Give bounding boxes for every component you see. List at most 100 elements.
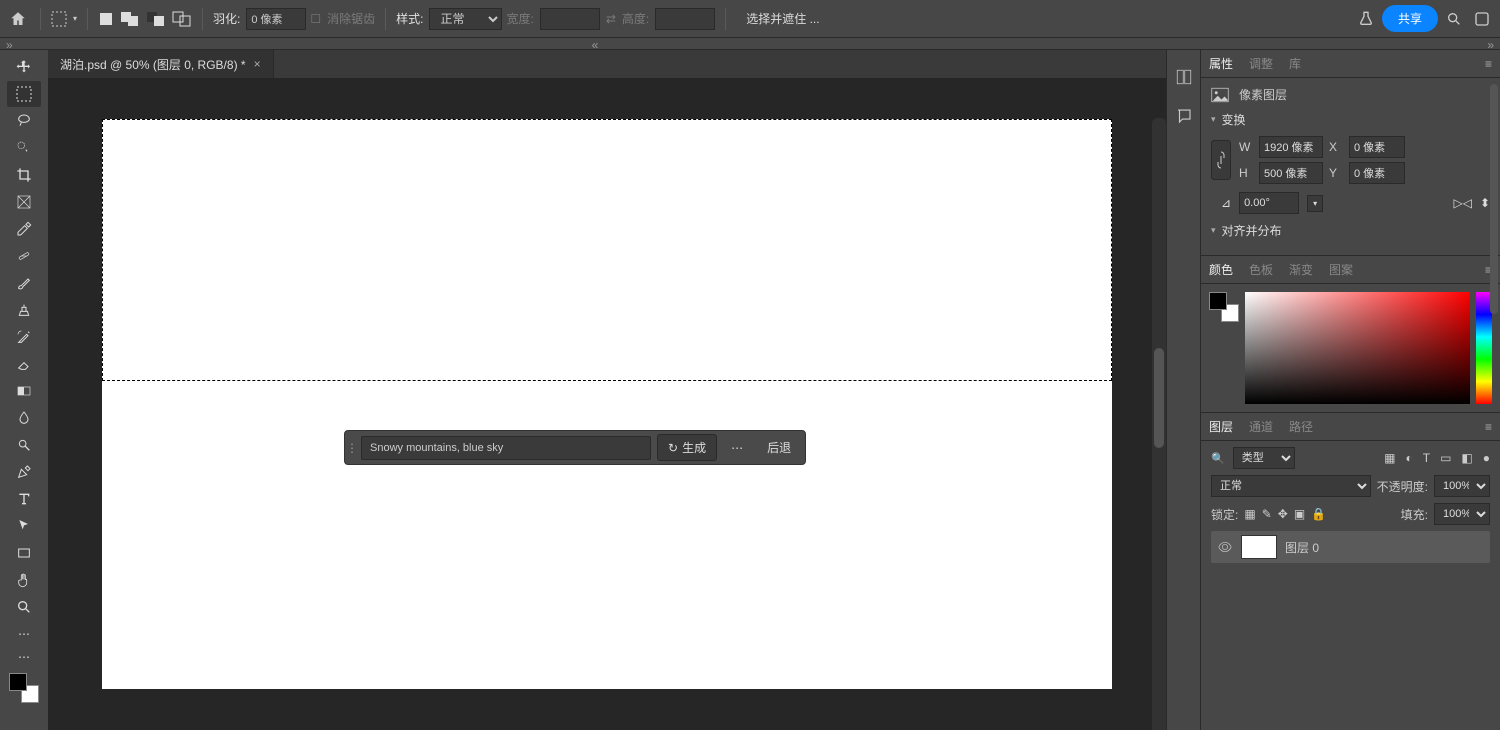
feather-input[interactable] <box>246 8 306 30</box>
chevron-right-icon[interactable]: » <box>6 38 13 49</box>
search-icon[interactable] <box>1442 7 1466 31</box>
color-swatches[interactable] <box>9 673 39 703</box>
close-icon[interactable]: × <box>254 57 261 71</box>
flip-vertical-icon[interactable]: ⬍ <box>1480 196 1490 210</box>
tab-properties[interactable]: 属性 <box>1209 55 1233 72</box>
contextual-task-bar[interactable]: ⋮ ↻ 生成 ⋯ 后退 <box>344 430 806 465</box>
grip-icon[interactable]: ⋮ <box>349 437 355 459</box>
chevron-right-icon[interactable]: » <box>1487 38 1494 49</box>
dropdown-caret-icon[interactable]: ▾ <box>1307 195 1323 212</box>
filter-pixel-icon[interactable]: ▦ <box>1384 451 1395 465</box>
gradient-tool[interactable] <box>7 378 41 404</box>
healing-brush-tool[interactable] <box>7 243 41 269</box>
marquee-tool[interactable] <box>7 81 41 107</box>
tab-libraries[interactable]: 库 <box>1289 55 1301 72</box>
lock-pixels-icon[interactable]: ✎ <box>1262 507 1272 521</box>
panel-scrollbar[interactable] <box>1490 84 1498 314</box>
dodge-tool[interactable] <box>7 432 41 458</box>
fill-input[interactable]: 100% <box>1434 503 1490 525</box>
style-select[interactable]: 正常 <box>429 8 502 30</box>
tab-patterns[interactable]: 图案 <box>1329 261 1353 278</box>
frame-tool[interactable] <box>7 189 41 215</box>
layer-row[interactable]: 图层 0 <box>1211 531 1490 563</box>
select-and-mask-button[interactable]: 选择并遮住 ... <box>736 7 829 30</box>
filter-type-icon[interactable]: T <box>1423 451 1430 465</box>
home-button[interactable] <box>6 7 30 31</box>
x-input[interactable] <box>1349 136 1405 158</box>
type-tool[interactable] <box>7 486 41 512</box>
clone-stamp-tool[interactable] <box>7 297 41 323</box>
width-input[interactable] <box>1259 136 1323 158</box>
share-button[interactable]: 共享 <box>1382 5 1438 32</box>
pen-tool[interactable] <box>7 459 41 485</box>
layer-thumbnail[interactable] <box>1241 535 1277 559</box>
rotation-input[interactable] <box>1239 192 1299 214</box>
search-icon[interactable]: 🔍 <box>1211 452 1225 465</box>
more-options-button[interactable]: ⋯ <box>723 437 751 459</box>
tab-gradients[interactable]: 渐变 <box>1289 261 1313 278</box>
tab-color[interactable]: 颜色 <box>1209 261 1233 278</box>
edit-toolbar[interactable]: ⋯ <box>7 648 41 666</box>
layer-name[interactable]: 图层 0 <box>1285 539 1319 556</box>
lock-all-icon[interactable]: 🔒 <box>1311 507 1326 521</box>
align-section-header[interactable]: 对齐并分布 <box>1211 222 1490 239</box>
tab-paths[interactable]: 路径 <box>1289 418 1313 435</box>
blend-mode-select[interactable]: 正常 <box>1211 475 1371 497</box>
panel-menu-icon[interactable]: ≡ <box>1485 57 1492 71</box>
quick-select-tool[interactable] <box>7 135 41 161</box>
filter-smart-icon[interactable]: ◧ <box>1461 451 1472 465</box>
comment-icon[interactable] <box>1175 107 1193 128</box>
color-field[interactable] <box>1245 292 1470 404</box>
more-tools[interactable]: ⋯ <box>7 621 41 647</box>
tab-adjustments[interactable]: 调整 <box>1249 55 1273 72</box>
panel-menu-icon[interactable]: ≡ <box>1485 420 1492 434</box>
lock-transparent-icon[interactable]: ▦ <box>1244 507 1255 521</box>
flip-horizontal-icon[interactable]: ▷◁ <box>1453 196 1471 210</box>
lock-artboard-icon[interactable]: ▣ <box>1294 507 1305 521</box>
lasso-tool[interactable] <box>7 108 41 134</box>
filter-shape-icon[interactable]: ▭ <box>1440 451 1451 465</box>
hand-tool[interactable] <box>7 567 41 593</box>
layer-filter-select[interactable]: 类型 <box>1233 447 1295 469</box>
height-input[interactable] <box>1259 162 1323 184</box>
filter-toggle-icon[interactable]: ● <box>1483 451 1490 465</box>
path-select-tool[interactable] <box>7 513 41 539</box>
panel-icon[interactable] <box>1175 68 1193 89</box>
lock-position-icon[interactable]: ✥ <box>1278 507 1288 521</box>
blur-tool[interactable] <box>7 405 41 431</box>
canvas[interactable] <box>102 119 1112 689</box>
add-selection-icon[interactable] <box>120 11 140 27</box>
dropdown-caret-icon[interactable]: ▾ <box>73 14 77 23</box>
brush-tool[interactable] <box>7 270 41 296</box>
move-tool[interactable] <box>7 54 41 80</box>
tab-channels[interactable]: 通道 <box>1249 418 1273 435</box>
scrollbar[interactable] <box>1152 118 1166 730</box>
beaker-icon[interactable] <box>1354 7 1378 31</box>
filter-adjustment-icon[interactable]: ◐ <box>1405 451 1412 465</box>
workspace-icon[interactable] <box>1470 7 1494 31</box>
visibility-icon[interactable] <box>1217 539 1233 555</box>
subtract-selection-icon[interactable] <box>146 11 166 27</box>
tab-swatches[interactable]: 色板 <box>1249 261 1273 278</box>
intersect-selection-icon[interactable] <box>172 11 192 27</box>
zoom-tool[interactable] <box>7 594 41 620</box>
generative-prompt-input[interactable] <box>361 436 651 460</box>
eraser-tool[interactable] <box>7 351 41 377</box>
chevron-left-icon[interactable]: « <box>592 38 599 49</box>
y-input[interactable] <box>1349 162 1405 184</box>
crop-tool[interactable] <box>7 162 41 188</box>
history-brush-tool[interactable] <box>7 324 41 350</box>
canvas-viewport[interactable]: ⋮ ↻ 生成 ⋯ 后退 <box>48 78 1166 730</box>
tab-layers[interactable]: 图层 <box>1209 418 1233 435</box>
opacity-input[interactable]: 100% <box>1434 475 1490 497</box>
color-fgbg-swatch[interactable] <box>1209 292 1239 322</box>
link-aspect-icon[interactable] <box>1211 140 1231 180</box>
foreground-color[interactable] <box>9 673 27 691</box>
eyedropper-tool[interactable] <box>7 216 41 242</box>
back-button[interactable]: 后退 <box>757 435 801 460</box>
transform-section-header[interactable]: 变换 <box>1211 111 1490 128</box>
rectangle-tool[interactable] <box>7 540 41 566</box>
new-selection-icon[interactable] <box>98 11 114 27</box>
document-tab[interactable]: 湖泊.psd @ 50% (图层 0, RGB/8) * × <box>48 50 274 78</box>
generate-button[interactable]: ↻ 生成 <box>657 434 717 461</box>
